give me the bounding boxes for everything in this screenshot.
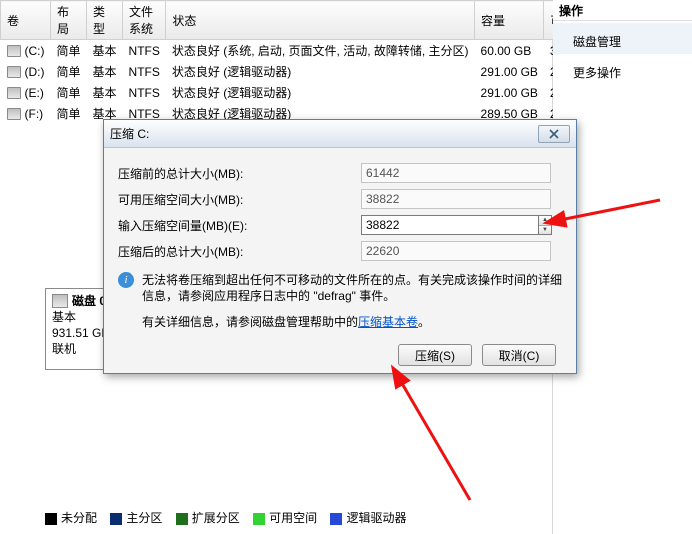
table-row[interactable]: (D:)简单基本NTFS状态良好 (逻辑驱动器)291.00 GB238.8 <box>1 61 586 82</box>
label-available: 可用压缩空间大小(MB): <box>118 191 361 208</box>
help-link[interactable]: 压缩基本卷 <box>358 314 418 330</box>
shrink-button[interactable]: 压缩(S) <box>398 344 472 366</box>
table-row[interactable]: (E:)简单基本NTFS状态良好 (逻辑驱动器)291.00 GB282.4 <box>1 82 586 103</box>
spinner-down[interactable]: ▼ <box>539 226 551 235</box>
col-type[interactable]: 类型 <box>87 1 123 40</box>
dialog-title: 压缩 C: <box>110 125 149 142</box>
spinner-up[interactable]: ▲ <box>539 216 551 226</box>
spinner[interactable]: ▲ ▼ <box>539 215 552 235</box>
value-total-before: 61442 <box>361 163 551 183</box>
volume-icon <box>7 87 21 99</box>
disk-icon <box>52 294 68 308</box>
dialog-titlebar[interactable]: 压缩 C: <box>104 120 576 148</box>
actions-item-diskmgmt[interactable]: 磁盘管理 <box>553 23 692 54</box>
volume-icon <box>7 108 21 120</box>
close-button[interactable] <box>538 125 570 143</box>
col-vol[interactable]: 卷 <box>1 1 51 40</box>
close-icon <box>549 129 559 139</box>
label-shrink-amount: 输入压缩空间量(MB)(E): <box>118 217 361 234</box>
legend-primary: 主分区 <box>126 511 162 525</box>
legend-logical: 逻辑驱动器 <box>346 511 406 525</box>
actions-item-more[interactable]: 更多操作 <box>553 54 692 85</box>
legend-ext: 扩展分区 <box>192 511 240 525</box>
volume-icon <box>7 45 21 57</box>
legend-free: 可用空间 <box>269 511 317 525</box>
info-text-1: 无法将卷压缩到超出任何不可移动的文件所在的点。有关完成该操作时间的详细信息，请参… <box>142 272 562 304</box>
shrink-dialog: 压缩 C: 压缩前的总计大小(MB): 61442 可用压缩空间大小(MB): … <box>103 119 577 374</box>
info-text-2a: 有关详细信息，请参阅磁盘管理帮助中的 <box>142 314 358 330</box>
label-total-before: 压缩前的总计大小(MB): <box>118 165 361 182</box>
legend-swatch-logical <box>330 513 342 525</box>
label-total-after: 压缩后的总计大小(MB): <box>118 243 361 260</box>
legend: 未分配 主分区 扩展分区 可用空间 逻辑驱动器 <box>45 509 406 526</box>
value-available: 38822 <box>361 189 551 209</box>
legend-unalloc: 未分配 <box>61 511 97 525</box>
legend-swatch-primary <box>110 513 122 525</box>
cancel-button[interactable]: 取消(C) <box>482 344 556 366</box>
value-total-after: 22620 <box>361 241 551 261</box>
disk-title: 磁盘 0 <box>72 293 106 309</box>
actions-pane-header: 操作 <box>553 0 692 21</box>
table-row[interactable]: (C:)简单基本NTFS状态良好 (系统, 启动, 页面文件, 活动, 故障转储… <box>1 40 586 62</box>
col-capacity[interactable]: 容量 <box>475 1 544 40</box>
volume-table[interactable]: 卷 布局 类型 文件系统 状态 容量 可用 (C:)简单基本NTFS状态良好 (… <box>0 0 586 124</box>
legend-swatch-ext <box>176 513 188 525</box>
info-icon: i <box>118 272 134 288</box>
col-fs[interactable]: 文件系统 <box>123 1 166 40</box>
legend-swatch-free <box>253 513 265 525</box>
volume-icon <box>7 66 21 78</box>
info-text-2b: 。 <box>418 314 430 330</box>
legend-swatch-unalloc <box>45 513 57 525</box>
shrink-amount-input[interactable] <box>361 215 539 235</box>
col-status[interactable]: 状态 <box>166 1 475 40</box>
col-layout[interactable]: 布局 <box>51 1 87 40</box>
